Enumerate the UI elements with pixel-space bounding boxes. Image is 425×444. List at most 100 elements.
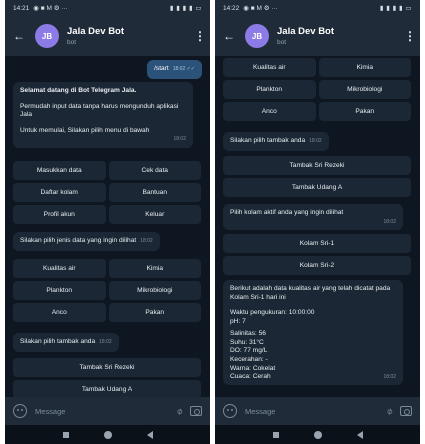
keyboard-button-kualitas-air[interactable]: Kualitas air (13, 259, 106, 278)
keyboard-button-keluar[interactable]: Keluar (108, 205, 201, 224)
home-icon[interactable] (313, 430, 322, 439)
chat-area[interactable]: /start 18:02 ✓✓ Selamat datang di Bot Tel… (5, 56, 210, 397)
welcome-line-3: Untuk memulai, Silakan pilih menu di baw… (20, 126, 150, 134)
android-nav-bar (5, 425, 210, 444)
emoji-icon[interactable] (13, 404, 27, 418)
welcome-message: Selamat datang di Bot Telegram Jala. Per… (13, 82, 193, 148)
chat-subtitle: bot (67, 39, 77, 46)
avatar[interactable]: JB (245, 24, 269, 48)
welcome-line-2: Permudah input data tanpa harus mengundu… (20, 102, 179, 119)
keyboard-button-daftar-kolam[interactable]: Daftar kolam (13, 183, 106, 202)
welcome-line-1: Selamat datang di Bot Telegram Jala. (20, 87, 137, 94)
incoming-message: Silakan pilih jenis data yang ingin dili… (13, 232, 160, 251)
report-do: DO: 77 mg/L (230, 347, 268, 355)
report-kecerahan: Kecerahan: - (230, 355, 268, 363)
report-warna: Warna: Cokelat (230, 364, 276, 372)
message-time: 18:02 (173, 136, 186, 143)
message-time: 18:02 ✓✓ (172, 66, 195, 72)
message-text: Pilih kolam aktif anda yang ingin diliha… (230, 209, 344, 216)
message-time: 18:02 (309, 138, 322, 144)
message-text: Silakan pilih tambak anda (230, 137, 306, 144)
message-text: Silakan pilih jenis data yang ingin dili… (20, 237, 137, 244)
signal-battery-icons: ▮ ▮ ▮ ▮ ▭ (169, 5, 202, 12)
keyboard-button-kualitas-air[interactable]: Kualitas air (223, 58, 316, 77)
status-bar: 14:21 ◉ ■ M ⚙ ··· ▮ ▮ ▮ ▮ ▭ (5, 0, 210, 16)
notification-icons: ◉ ■ M ⚙ ··· (33, 5, 68, 12)
back-arrow-icon[interactable]: ← (223, 29, 239, 43)
chat-area[interactable]: Kualitas air Kimia Plankton Mikrobiologi… (215, 56, 420, 397)
keyboard-button-masukkan-data[interactable]: Masukkan data (13, 161, 106, 180)
recents-icon[interactable] (62, 431, 69, 438)
keyboard-button-plankton[interactable]: Plankton (13, 281, 106, 300)
water-quality-report: Berikut adalah data kualitas air yang te… (223, 280, 403, 386)
main-menu-keyboard: Masukkan data Cek data Daftar kolam Bant… (13, 161, 201, 224)
message-time: 18:02 (99, 339, 112, 345)
notification-icons: ◉ ■ M ⚙ ··· (243, 5, 278, 12)
report-heading: Berikut adalah data kualitas air yang te… (230, 285, 391, 301)
keyboard-button-tambak-udang-a[interactable]: Tambak Udang A (13, 380, 201, 397)
chat-title: Jala Dev Bot (277, 26, 335, 37)
keyboard-button-tambak-sri-rezeki[interactable]: Tambak Sri Rezeki (13, 358, 201, 377)
chat-header: ← JB Jala Dev Bot bot ⋮ (215, 16, 420, 56)
keyboard-button-plankton[interactable]: Plankton (223, 80, 316, 99)
android-nav-bar (215, 425, 420, 444)
chat-title-block[interactable]: Jala Dev Bot bot (67, 26, 194, 46)
report-salinitas: Salinitas: 56 (230, 330, 266, 338)
more-menu-icon[interactable]: ⋮ (404, 29, 416, 43)
chat-header: ← JB Jala Dev Bot bot ⋮ (5, 16, 210, 56)
kolam-keyboard: Kolam Sri-1 Kolam Sri-2 (223, 234, 411, 275)
emoji-icon[interactable] (223, 404, 237, 418)
incoming-message: Silakan pilih tambak anda 18:02 (223, 132, 329, 151)
message-time: 18:02 (140, 238, 153, 244)
keyboard-button-mikrobiologi[interactable]: Mikrobiologi (318, 80, 411, 99)
keyboard-button-profil-akun[interactable]: Profil akun (13, 205, 106, 224)
keyboard-button-tambak-sri-rezeki[interactable]: Tambak Sri Rezeki (223, 156, 411, 175)
outgoing-message: /start 18:02 ✓✓ (147, 60, 202, 79)
chat-title: Jala Dev Bot (67, 26, 125, 37)
message-input-bar: Message ⌀ (5, 397, 210, 425)
keyboard-button-anco[interactable]: Anco (13, 303, 106, 322)
chat-title-block[interactable]: Jala Dev Bot bot (277, 26, 404, 46)
camera-icon[interactable] (190, 406, 202, 416)
more-menu-icon[interactable]: ⋮ (194, 29, 206, 43)
keyboard-button-cek-data[interactable]: Cek data (108, 161, 201, 180)
incoming-message: Silakan pilih tambak anda 18:02 (13, 333, 119, 352)
keyboard-button-pakan[interactable]: Pakan (318, 102, 411, 121)
keyboard-button-mikrobiologi[interactable]: Mikrobiologi (108, 281, 201, 300)
keyboard-button-kolam-sri-1[interactable]: Kolam Sri-1 (223, 234, 411, 253)
message-input[interactable]: Message (35, 407, 177, 416)
status-time: 14:21 (13, 4, 30, 12)
home-icon[interactable] (103, 430, 112, 439)
keyboard-button-kolam-sri-2[interactable]: Kolam Sri-2 (223, 256, 411, 275)
status-time: 14:22 (223, 4, 240, 12)
back-arrow-icon[interactable]: ← (13, 29, 29, 43)
keyboard-button-pakan[interactable]: Pakan (108, 303, 201, 322)
camera-icon[interactable] (400, 406, 412, 416)
chat-subtitle: bot (277, 39, 287, 46)
phone-screen-left: 14:21 ◉ ■ M ⚙ ··· ▮ ▮ ▮ ▮ ▭ ← JB Jala De… (5, 0, 210, 444)
message-time: 18:02 (383, 218, 396, 225)
keyboard-button-tambak-udang-a[interactable]: Tambak Udang A (223, 178, 411, 197)
message-input[interactable]: Message (245, 407, 387, 416)
keyboard-button-bantuan[interactable]: Bantuan (108, 183, 201, 202)
tambak-keyboard: Tambak Sri Rezeki Tambak Udang A (13, 358, 201, 397)
signal-battery-icons: ▮ ▮ ▮ ▮ ▭ (379, 5, 412, 12)
keyboard-button-kimia[interactable]: Kimia (318, 58, 411, 77)
back-icon[interactable] (146, 430, 153, 439)
keyboard-button-kimia[interactable]: Kimia (108, 259, 201, 278)
phone-screen-right: 14:22 ◉ ■ M ⚙ ··· ▮ ▮ ▮ ▮ ▭ ← JB Jala De… (215, 0, 420, 444)
recents-icon[interactable] (272, 431, 279, 438)
data-type-keyboard: Kualitas air Kimia Plankton Mikrobiologi… (223, 58, 411, 121)
incoming-message: Pilih kolam aktif anda yang ingin diliha… (223, 204, 403, 231)
avatar[interactable]: JB (35, 24, 59, 48)
report-ph: pH: 7 (230, 317, 246, 325)
report-waktu: Waktu pengukuran: 10:00:00 (230, 309, 315, 317)
tambak-keyboard: Tambak Sri Rezeki Tambak Udang A (223, 156, 411, 197)
back-icon[interactable] (356, 430, 363, 439)
keyboard-button-anco[interactable]: Anco (223, 102, 316, 121)
data-type-keyboard: Kualitas air Kimia Plankton Mikrobiologi… (13, 259, 201, 322)
message-text: /start (154, 65, 169, 72)
status-bar: 14:22 ◉ ■ M ⚙ ··· ▮ ▮ ▮ ▮ ▭ (215, 0, 420, 16)
report-suhu: Suhu: 31°C (230, 338, 264, 346)
message-input-bar: Message ⌀ (215, 397, 420, 425)
